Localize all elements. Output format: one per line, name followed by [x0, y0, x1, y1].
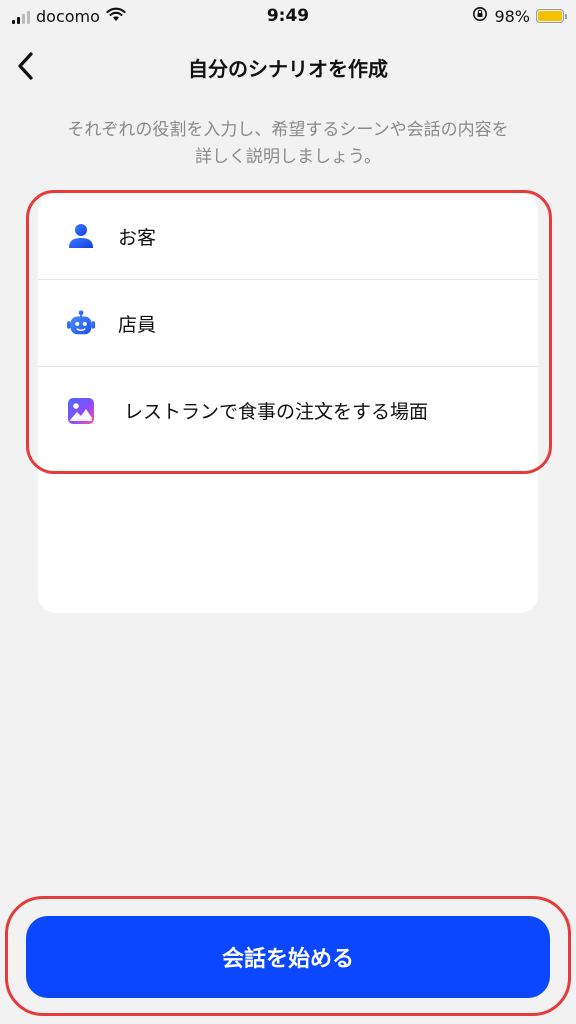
scene-description-field[interactable]: レストランで食事の注文をする場面 — [38, 367, 538, 454]
image-icon — [66, 396, 96, 426]
scenario-card: お客 店員 レストランで食事の注文をする場面 — [38, 193, 538, 613]
person-icon — [66, 221, 96, 251]
staff-role-field[interactable]: 店員 — [38, 280, 538, 367]
status-bar: docomo 9:49 98% — [0, 0, 576, 34]
customer-role-label: お客 — [118, 226, 157, 249]
staff-role-label: 店員 — [118, 313, 157, 336]
page-title: 自分のシナリオを作成 — [188, 57, 388, 81]
customer-role-field[interactable]: お客 — [38, 193, 538, 280]
status-right: 98% — [472, 6, 567, 26]
header: 自分のシナリオを作成 — [0, 40, 576, 92]
scene-description-text: レストランで食事の注文をする場面 — [124, 401, 429, 423]
instruction-text: それぞれの役割を入力し、希望するシーンや会話の内容を詳しく説明しましょう。 — [67, 120, 509, 167]
screen: docomo 9:49 98% 自分のシナリオを作成 それぞれの役割を入力し、希… — [0, 0, 576, 1024]
orientation-lock-icon — [472, 6, 488, 26]
battery-icon — [536, 9, 567, 23]
start-conversation-button[interactable]: 会話を始める — [26, 916, 550, 998]
battery-percent: 98% — [494, 6, 530, 26]
robot-icon — [66, 308, 96, 338]
